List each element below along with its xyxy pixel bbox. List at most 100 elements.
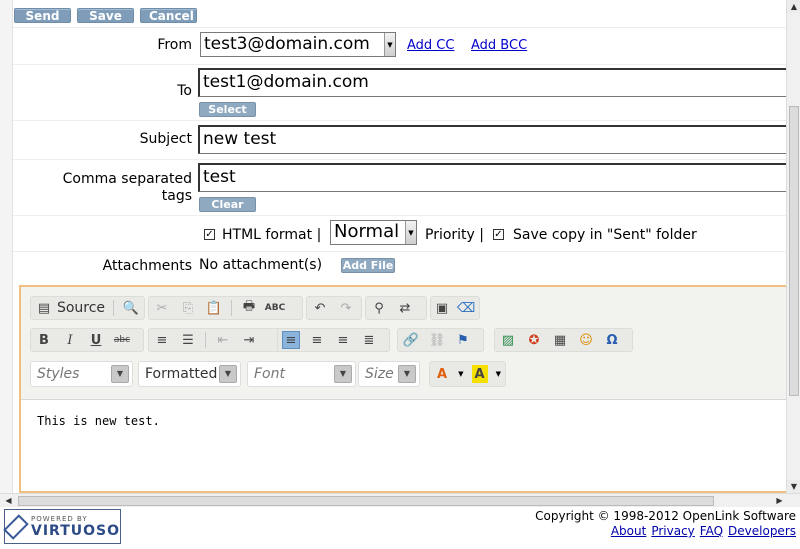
toolbar-group-links: 🔗 ⛓ ⚑: [397, 328, 484, 352]
select-button[interactable]: Select: [199, 102, 256, 117]
italic-icon[interactable]: I: [61, 331, 79, 349]
from-row: From test3@domain.com ▼ Add CC Add BCC: [13, 27, 786, 64]
indent-icon[interactable]: ⇥: [240, 331, 258, 349]
toolbar-group-undo: ↶ ↷: [306, 296, 362, 320]
format-combo[interactable]: Formatted ▼: [138, 361, 241, 387]
copyright-text: Copyright © 1998-2012 OpenLink Software: [535, 509, 796, 523]
logo-name: VIRTUOSO: [31, 522, 120, 539]
developers-link[interactable]: Developers: [728, 524, 796, 538]
text-color-icon[interactable]: A: [434, 365, 450, 383]
tags-label: Comma separated tags: [12, 171, 192, 205]
background-color-icon[interactable]: A: [471, 365, 488, 383]
tags-row: Comma separated tags test Clear: [13, 159, 786, 215]
replace-icon[interactable]: ⇄: [396, 299, 414, 317]
toolbar-group-select: ▣ ⌫: [430, 296, 480, 320]
to-row: To test1@domain.com Select: [13, 64, 786, 120]
action-bar: Send Save Cancel: [14, 8, 197, 23]
flash-icon[interactable]: ✪: [525, 331, 543, 349]
paste-icon[interactable]: 📋: [205, 299, 223, 317]
html-format-checkbox[interactable]: ✓: [204, 229, 215, 240]
from-select[interactable]: test3@domain.com ▼: [200, 32, 396, 57]
clear-button[interactable]: Clear: [199, 197, 256, 212]
spellcheck-icon[interactable]: ABC: [265, 299, 285, 317]
footer: POWERED BY VIRTUOSO Copyright © 1998-201…: [0, 507, 800, 549]
toolbar-group-insert: ▨ ✪ ▦ ☺ Ω: [494, 328, 633, 352]
horizontal-scroll-thumb[interactable]: [18, 496, 714, 506]
attachments-row: Attachments No attachment(s) Add File: [13, 251, 786, 281]
special-char-icon[interactable]: Ω: [603, 331, 621, 349]
scroll-down-icon[interactable]: ▼: [787, 480, 800, 493]
select-all-icon[interactable]: ▣: [435, 299, 449, 317]
remove-format-icon[interactable]: ⌫: [457, 299, 475, 317]
virtuoso-logo-icon: [3, 513, 29, 540]
chevron-down-icon: ▼: [495, 370, 501, 378]
toolbar-group-basic-style: B I U abc: [30, 328, 144, 352]
to-input[interactable]: test1@domain.com: [198, 68, 786, 97]
table-icon[interactable]: ▦: [551, 331, 569, 349]
subject-row: Subject new test: [13, 120, 786, 159]
find-icon[interactable]: ⚲: [370, 299, 388, 317]
chevron-down-icon: ▼: [219, 365, 237, 383]
redo-icon[interactable]: ↷: [337, 299, 355, 317]
styles-combo[interactable]: Styles ▼: [30, 361, 133, 387]
align-center-icon[interactable]: ≡: [308, 331, 326, 349]
tags-label-line1: Comma separated: [62, 171, 192, 187]
print-icon[interactable]: 🖶: [240, 299, 258, 317]
left-margin: [0, 0, 13, 493]
image-icon[interactable]: ▨: [499, 331, 517, 349]
add-file-button[interactable]: Add File: [341, 258, 395, 273]
separator: [113, 300, 115, 316]
align-right-icon[interactable]: ≡: [334, 331, 352, 349]
numbered-list-icon[interactable]: ≡: [153, 331, 171, 349]
preview-icon[interactable]: 🔍: [122, 299, 140, 317]
scroll-up-icon[interactable]: ▲: [787, 0, 800, 13]
save-copy-checkbox[interactable]: ✓: [493, 229, 504, 240]
horizontal-scrollbar[interactable]: ◀ ▶: [0, 493, 800, 507]
editor-toolbar: ▤ Source 🔍 ✂ ⎘ 📋 🖶 ABC ↶ ↷ ⚲ ⇄ ▣ ⌫ B I U…: [21, 287, 786, 400]
copy-icon[interactable]: ⎘: [179, 299, 197, 317]
compose-form: Send Save Cancel From test3@domain.com ▼…: [0, 0, 786, 493]
unlink-icon[interactable]: ⛓: [428, 331, 446, 349]
privacy-link[interactable]: Privacy: [651, 524, 694, 538]
size-combo[interactable]: Size ▼: [358, 361, 420, 387]
justify-icon[interactable]: ≣: [360, 331, 378, 349]
font-combo[interactable]: Font ▼: [247, 361, 356, 387]
font-placeholder: Font: [254, 366, 285, 382]
tags-input[interactable]: test: [198, 163, 786, 192]
scroll-left-icon[interactable]: ◀: [2, 494, 15, 508]
add-bcc-link[interactable]: Add BCC: [471, 38, 527, 53]
align-left-icon[interactable]: ≡: [282, 331, 300, 349]
priority-select[interactable]: Normal ▼: [330, 220, 417, 245]
bulleted-list-icon[interactable]: ☰: [179, 331, 197, 349]
outdent-icon[interactable]: ⇤: [214, 331, 232, 349]
undo-icon[interactable]: ↶: [311, 299, 329, 317]
link-icon[interactable]: 🔗: [402, 331, 420, 349]
from-label: From: [157, 37, 192, 53]
toolbar-group-clipboard: ✂ ⎘ 📋 🖶 ABC: [148, 296, 303, 320]
faq-link[interactable]: FAQ: [700, 524, 723, 538]
bold-icon[interactable]: B: [35, 331, 53, 349]
about-link[interactable]: About: [611, 524, 646, 538]
vertical-scrollbar[interactable]: ▲ ▼: [786, 0, 800, 493]
toolbar-group-lists: ≡ ☰ ⇤ ⇥: [148, 328, 290, 352]
anchor-flag-icon[interactable]: ⚑: [454, 331, 472, 349]
chevron-down-icon: ▼: [458, 370, 464, 378]
chevron-down-icon: ▼: [405, 221, 416, 244]
subject-label: Subject: [139, 131, 192, 147]
send-button[interactable]: Send: [14, 8, 71, 23]
cut-icon[interactable]: ✂: [153, 299, 171, 317]
vertical-scroll-thumb[interactable]: [789, 106, 799, 396]
source-button[interactable]: Source: [57, 300, 105, 316]
add-cc-link[interactable]: Add CC: [407, 38, 454, 53]
save-button[interactable]: Save: [77, 8, 134, 23]
strikethrough-icon[interactable]: abc: [113, 331, 131, 349]
options-row: ✓ HTML format | Normal ▼ Priority | ✓ Sa…: [13, 215, 786, 251]
scroll-right-icon[interactable]: ▶: [773, 494, 786, 508]
cancel-button[interactable]: Cancel: [140, 8, 197, 23]
editor-content[interactable]: This is new test.: [37, 414, 160, 428]
virtuoso-logo[interactable]: POWERED BY VIRTUOSO: [3, 509, 121, 544]
subject-input[interactable]: new test: [198, 125, 786, 154]
smiley-icon[interactable]: ☺: [577, 331, 595, 349]
toolbar-group-find: ⚲ ⇄: [365, 296, 427, 320]
underline-icon[interactable]: U: [87, 331, 105, 349]
